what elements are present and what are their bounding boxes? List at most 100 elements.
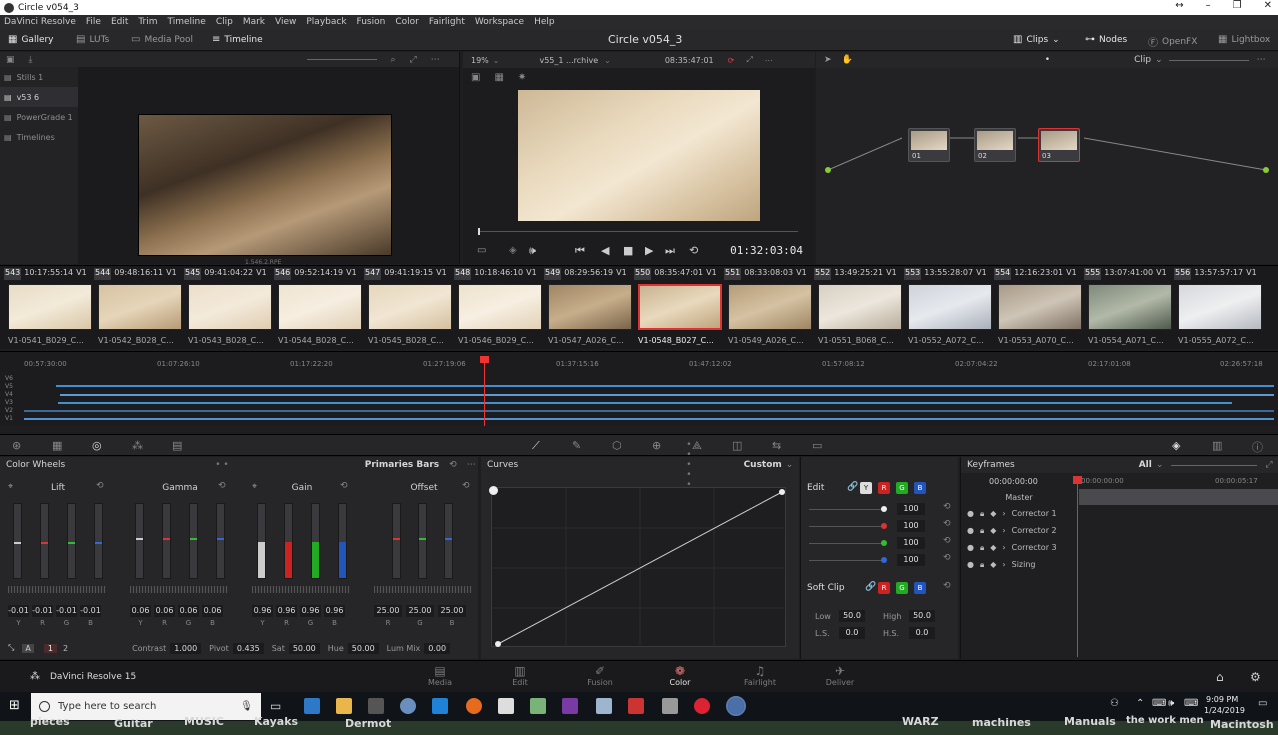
microphone-icon[interactable]: 🎙︎ — [240, 701, 253, 712]
clip-thumb[interactable]: 554 12:16:23:01 V1 V1-0553_A070_C... — [994, 266, 1084, 350]
channel-y-toggle[interactable]: Y — [860, 482, 872, 494]
loop-button[interactable]: ⟲ — [689, 244, 698, 257]
curves-icon[interactable]: ⟋ — [532, 439, 540, 453]
clip-thumb[interactable]: 549 08:29:56:19 V1 V1-0547_A026_C... — [544, 266, 634, 350]
gain-g-bar[interactable] — [311, 503, 320, 579]
menu-clip[interactable]: Clip — [216, 17, 233, 27]
intensity-r-field[interactable]: 100 — [897, 520, 925, 532]
zoom-slider[interactable] — [306, 59, 377, 60]
curves-mode-select[interactable]: Custom — [744, 460, 782, 470]
saturation-field[interactable]: 50.00 — [288, 642, 320, 654]
desktop-label[interactable]: Kayaks — [254, 715, 298, 728]
windows-start-icon[interactable]: ⊞ — [9, 698, 20, 713]
clip-thumb[interactable]: 545 09:41:04:22 V1 V1-0543_B028_C... — [184, 266, 274, 350]
lift-r-value[interactable]: -0.01 — [32, 605, 53, 617]
intensity-g-field[interactable]: 100 — [897, 537, 925, 549]
image-wipe-icon[interactable]: ▣ — [471, 72, 480, 83]
camera-raw-icon[interactable]: ⊛ — [12, 439, 21, 452]
intensity-r-slider[interactable] — [809, 526, 885, 527]
desktop-label[interactable]: pieces — [30, 715, 70, 728]
reset-icon[interactable]: ⟲ — [943, 581, 951, 591]
app-icon[interactable] — [562, 698, 578, 714]
more-options-icon[interactable]: ⋯ — [467, 460, 476, 470]
page-2-button[interactable]: 2 — [63, 644, 68, 653]
tracker-icon[interactable]: ⊕ — [652, 439, 661, 452]
softclip-b-toggle[interactable]: B — [914, 582, 926, 594]
lift-y-value[interactable]: -0.01 — [8, 605, 29, 617]
gamma-r-bar[interactable] — [162, 503, 171, 579]
visibility-dot[interactable]: ● — [967, 560, 974, 569]
clock-time[interactable]: 9:09 PM — [1206, 695, 1238, 704]
desktop-label[interactable]: MUSIC — [184, 715, 224, 728]
scopes-icon[interactable]: ▥ — [1212, 439, 1222, 452]
node-03[interactable]: 03 — [1038, 128, 1080, 162]
scrubber-bar[interactable] — [478, 231, 798, 232]
split-screen-icon[interactable]: ▦ — [494, 72, 503, 83]
gamma-master-wheel[interactable] — [130, 586, 228, 593]
offset-g-bar[interactable] — [418, 503, 427, 579]
layers-icon[interactable]: ◈ — [509, 245, 517, 256]
diamond-icon[interactable]: ◆ — [990, 526, 996, 535]
offset-master-wheel[interactable] — [374, 586, 472, 593]
node-01[interactable]: 01 — [908, 128, 950, 162]
clock-date[interactable]: 1/24/2019 — [1204, 706, 1245, 715]
file-explorer-icon[interactable] — [336, 698, 352, 714]
expand-icon[interactable]: › — [1002, 560, 1005, 569]
openfx-button[interactable]: Ⓕ OpenFX — [1148, 34, 1197, 50]
page-edit[interactable]: ▥ Edit — [490, 664, 550, 687]
lock-icon[interactable]: 🔒︎ — [980, 526, 984, 536]
menu-timeline[interactable]: Timeline — [168, 17, 206, 27]
desktop-label[interactable]: Dermot — [345, 717, 391, 730]
clip-thumb[interactable]: 551 08:33:08:03 V1 V1-0549_A026_C... — [724, 266, 814, 350]
link-icon[interactable]: 🔗 — [847, 482, 858, 492]
menu-fairlight[interactable]: Fairlight — [429, 17, 465, 27]
stop-button[interactable]: ■ — [623, 244, 633, 257]
high-soft-field[interactable]: 0.0 — [909, 627, 935, 639]
tray-chevron-icon[interactable]: ⌃ — [1136, 698, 1144, 709]
notifications-icon[interactable]: ▭ — [1258, 698, 1267, 709]
clip-thumb[interactable]: 548 10:18:46:10 V1 V1-0546_B029_C... — [454, 266, 544, 350]
page-color[interactable]: ❁ Color — [650, 664, 710, 687]
app-icon[interactable] — [596, 698, 612, 714]
keyframe-row-master[interactable]: Master — [961, 489, 1077, 506]
gamma-y-bar[interactable] — [135, 503, 144, 579]
last-frame-button[interactable]: ⏭ — [665, 244, 675, 258]
lift-g-value[interactable]: -0.01 — [56, 605, 77, 617]
desktop-label[interactable]: machines — [972, 716, 1031, 729]
master-track[interactable] — [1079, 489, 1278, 505]
lock-icon[interactable]: 🔒︎ — [980, 560, 984, 570]
reset-icon[interactable]: ⟲ — [943, 502, 951, 512]
intensity-b-field[interactable]: 100 — [897, 554, 925, 566]
play-button[interactable]: ▶ — [645, 244, 653, 257]
pivot-field[interactable]: 0.435 — [232, 642, 264, 654]
clips-button[interactable]: ▥ Clips ⌄ — [1013, 34, 1060, 45]
curve-point-white[interactable] — [779, 489, 785, 495]
fullscreen-icon[interactable]: ⤢ — [1265, 460, 1272, 470]
task-view-icon[interactable]: ▭ — [270, 699, 281, 713]
key-icon[interactable]: ⇆ — [772, 439, 781, 452]
motion-effects-icon[interactable]: ▤ — [172, 439, 182, 452]
offset-b-value[interactable]: 25.00 — [438, 605, 466, 617]
app-icon[interactable] — [368, 698, 384, 714]
keyframe-zoom-slider[interactable] — [1171, 464, 1258, 466]
gallery-button[interactable]: ▦ Gallery — [8, 34, 54, 45]
people-icon[interactable]: ⚇ — [1110, 698, 1119, 709]
gain-g-value[interactable]: 0.96 — [300, 605, 321, 617]
chevron-down-icon[interactable]: ⌄ — [604, 56, 611, 65]
gain-y-value[interactable]: 0.96 — [252, 605, 273, 617]
desktop-label[interactable]: Macintosh — [1210, 718, 1274, 731]
channel-r-toggle[interactable]: R — [878, 482, 890, 494]
reset-icon[interactable]: ⟲ — [462, 481, 470, 491]
grab-still-icon[interactable]: ⤓ — [29, 55, 33, 65]
sizing-icon[interactable]: ▭ — [812, 439, 822, 452]
clip-thumb[interactable]: 552 13:49:25:21 V1 V1-0551_B068_C... — [814, 266, 904, 350]
gallery-item-powergrade[interactable]: ▤ PowerGrade 1 — [0, 107, 78, 127]
timeline-playhead[interactable] — [484, 357, 485, 426]
lift-r-bar[interactable] — [40, 503, 49, 579]
visibility-dot[interactable]: ● — [967, 543, 974, 552]
fullscreen-icon[interactable]: ⤢ — [410, 55, 417, 65]
menu-fusion[interactable]: Fusion — [357, 17, 386, 27]
menu-davinci[interactable]: DaVinci Resolve — [4, 17, 76, 27]
search-icon[interactable]: ⌕ — [391, 55, 396, 65]
link-icon[interactable]: 🔗 — [865, 582, 876, 592]
